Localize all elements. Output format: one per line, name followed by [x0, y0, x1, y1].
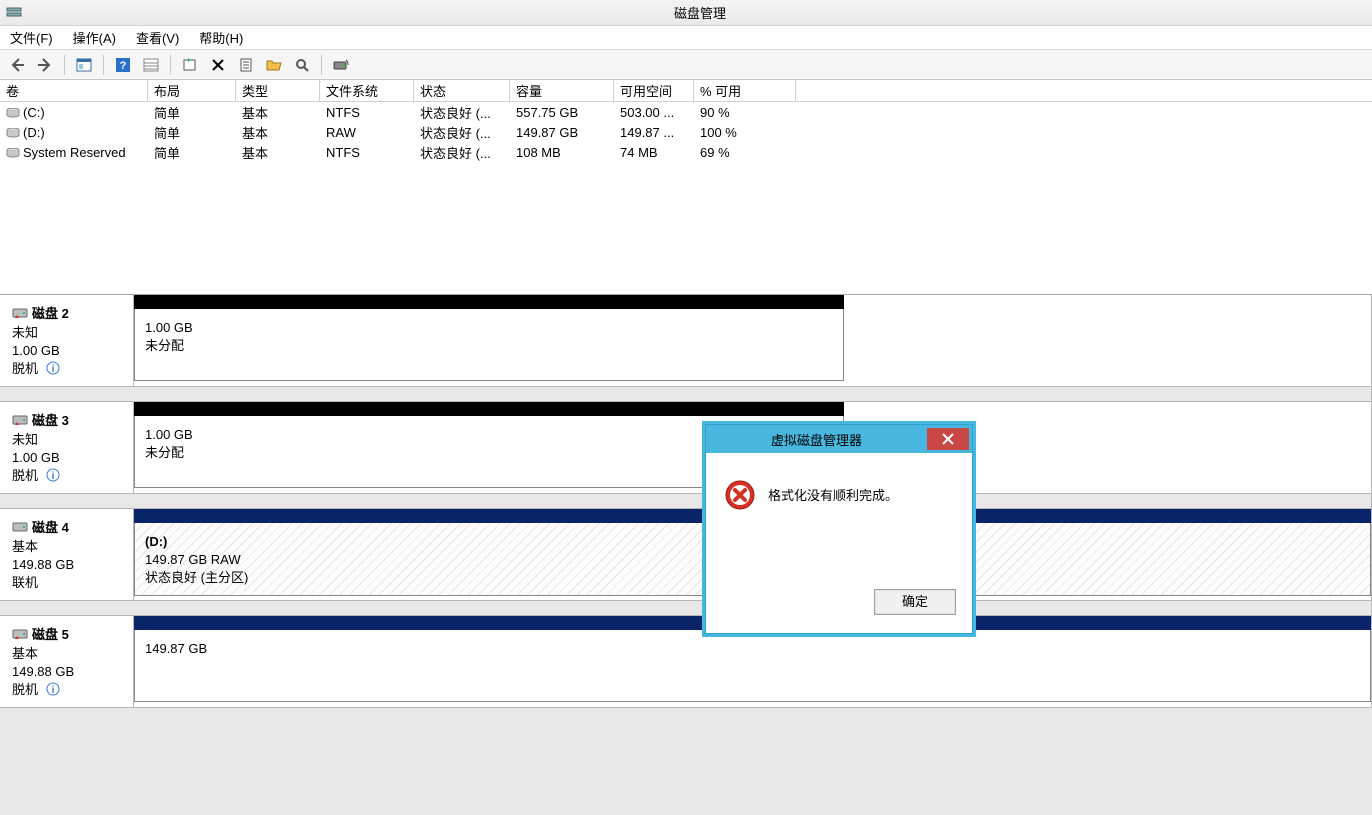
app-icon: [6, 5, 22, 21]
nav-forward-button[interactable]: [34, 54, 56, 76]
details-view-button[interactable]: [140, 54, 162, 76]
col-capacity[interactable]: 容量: [510, 80, 614, 101]
disk-info-panel[interactable]: 磁盘 5基本149.88 GB脱机 i: [0, 616, 134, 707]
col-status[interactable]: 状态: [414, 80, 510, 101]
toolbar-separator: [321, 55, 322, 75]
info-icon[interactable]: i: [46, 361, 60, 375]
disk-icon: [12, 306, 28, 320]
volume-row[interactable]: System Reserved简单基本NTFS状态良好 (...108 MB74…: [0, 142, 1372, 162]
window-title: 磁盘管理: [28, 3, 1372, 22]
refresh-button[interactable]: [179, 54, 201, 76]
menu-help[interactable]: 帮助(H): [195, 26, 247, 49]
info-icon[interactable]: i: [46, 468, 60, 482]
drive-icon: [6, 146, 20, 156]
disk-icon: [12, 627, 28, 641]
drive-icon: [6, 106, 20, 116]
toolbar-separator: [103, 55, 104, 75]
menu-action[interactable]: 操作(A): [69, 26, 120, 49]
tool-bar: ?: [0, 50, 1372, 80]
svg-text:i: i: [51, 685, 54, 696]
menu-view[interactable]: 查看(V): [132, 26, 183, 49]
rescan-disks-button[interactable]: [330, 54, 352, 76]
dialog-message: 格式化没有顺利完成。: [768, 479, 898, 511]
error-icon: [724, 479, 756, 511]
partition-block[interactable]: 1.00 GB未分配: [134, 309, 844, 381]
dialog-title-bar[interactable]: 虚拟磁盘管理器: [706, 425, 972, 453]
disk-info-panel[interactable]: 磁盘 4基本149.88 GB联机: [0, 509, 134, 600]
svg-text:?: ?: [120, 60, 127, 72]
volume-row[interactable]: (C:)简单基本NTFS状态良好 (...557.75 GB503.00 ...…: [0, 102, 1372, 122]
toolbar-separator: [64, 55, 65, 75]
volume-list-pane: 卷 布局 类型 文件系统 状态 容量 可用空间 % 可用 (C:)简单基本NTF…: [0, 80, 1372, 295]
help-button[interactable]: ?: [112, 54, 134, 76]
dialog-close-button[interactable]: [927, 428, 969, 450]
open-button[interactable]: [263, 54, 285, 76]
graphical-disk-pane: 磁盘 2未知1.00 GB脱机 i1.00 GB未分配磁盘 3未知1.00 GB…: [0, 295, 1372, 708]
title-bar: 磁盘管理: [0, 0, 1372, 26]
partition-header-bar: [134, 295, 844, 309]
delete-button[interactable]: [207, 54, 229, 76]
disk-row: 磁盘 3未知1.00 GB脱机 i1.00 GB未分配: [0, 402, 1372, 494]
disk-icon: [12, 413, 28, 427]
col-layout[interactable]: 布局: [148, 80, 236, 101]
properties-button[interactable]: [235, 54, 257, 76]
col-fs[interactable]: 文件系统: [320, 80, 414, 101]
disk-row: 磁盘 5基本149.88 GB脱机 i149.87 GB: [0, 616, 1372, 708]
menu-file[interactable]: 文件(F): [6, 26, 57, 49]
toolbar-separator: [170, 55, 171, 75]
find-button[interactable]: [291, 54, 313, 76]
volume-list-header: 卷 布局 类型 文件系统 状态 容量 可用空间 % 可用: [0, 80, 1372, 102]
svg-text:i: i: [51, 364, 54, 375]
error-dialog: 虚拟磁盘管理器 格式化没有顺利完成。 确定: [705, 424, 973, 634]
show-hide-tree-button[interactable]: [73, 54, 95, 76]
drive-icon: [6, 126, 20, 136]
dialog-title: 虚拟磁盘管理器: [706, 430, 927, 449]
col-free[interactable]: 可用空间: [614, 80, 694, 101]
volume-row[interactable]: (D:)简单基本RAW状态良好 (...149.87 GB149.87 ...1…: [0, 122, 1372, 142]
partition-area: 1.00 GB未分配: [134, 295, 844, 386]
col-pct[interactable]: % 可用: [694, 80, 796, 101]
col-type[interactable]: 类型: [236, 80, 320, 101]
disk-icon: [12, 520, 28, 534]
disk-row: 磁盘 2未知1.00 GB脱机 i1.00 GB未分配: [0, 295, 1372, 387]
svg-text:i: i: [51, 471, 54, 482]
partition-header-bar: [134, 402, 844, 416]
partition-block[interactable]: 149.87 GB: [134, 630, 1371, 702]
disk-info-panel[interactable]: 磁盘 3未知1.00 GB脱机 i: [0, 402, 134, 493]
disk-row: 磁盘 4基本149.88 GB联机(D:)149.87 GB RAW状态良好 (…: [0, 509, 1372, 601]
menu-bar: 文件(F) 操作(A) 查看(V) 帮助(H): [0, 26, 1372, 50]
dialog-ok-button[interactable]: 确定: [874, 589, 956, 615]
col-volume[interactable]: 卷: [0, 80, 148, 101]
disk-info-panel[interactable]: 磁盘 2未知1.00 GB脱机 i: [0, 295, 134, 386]
nav-back-button[interactable]: [6, 54, 28, 76]
info-icon[interactable]: i: [46, 682, 60, 696]
